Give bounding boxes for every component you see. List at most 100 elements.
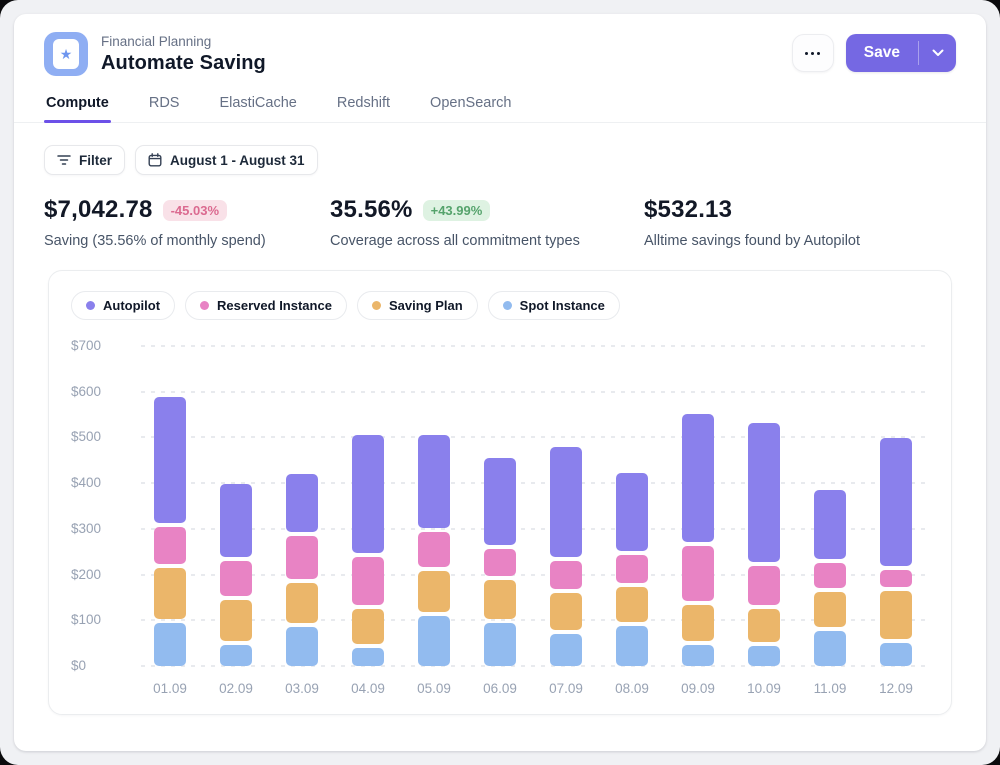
bar-segment-autopilot[interactable]	[220, 484, 252, 557]
bar-stack	[154, 397, 186, 666]
legend-chip-saving-plan[interactable]: Saving Plan	[357, 291, 478, 320]
bar-segment-spot-instance[interactable]	[484, 623, 516, 666]
bar-segment-autopilot[interactable]	[352, 435, 384, 554]
bar-segment-saving-plan[interactable]	[550, 593, 582, 630]
stat-block-3: $532.13 Alltime savings found by Autopilo…	[644, 196, 860, 249]
bar-segment-autopilot[interactable]	[484, 458, 516, 545]
bar-segment-reserved-instance[interactable]	[748, 566, 780, 604]
chart-legend: Autopilot Reserved Instance Saving Plan Spo…	[71, 291, 929, 320]
bar-column-02.09	[203, 346, 269, 666]
bar-stack	[880, 438, 912, 666]
bar-segment-spot-instance[interactable]	[286, 627, 318, 666]
bar-column-06.09	[467, 346, 533, 666]
chevron-down-icon	[932, 49, 944, 57]
bar-segment-spot-instance[interactable]	[616, 626, 648, 666]
breadcrumb-category: Financial Planning	[101, 34, 266, 49]
bar-segment-spot-instance[interactable]	[220, 645, 252, 666]
bar-segment-reserved-instance[interactable]	[682, 546, 714, 601]
x-tick-label: 01.09	[137, 681, 203, 696]
legend-chip-autopilot[interactable]: Autopilot	[71, 291, 175, 320]
app-icon: ★	[44, 32, 88, 76]
bar-segment-reserved-instance[interactable]	[220, 561, 252, 597]
bar-segment-autopilot[interactable]	[814, 490, 846, 559]
bar-segment-autopilot[interactable]	[748, 423, 780, 562]
calendar-icon	[148, 153, 162, 167]
bar-segment-reserved-instance[interactable]	[286, 536, 318, 579]
bar-segment-saving-plan[interactable]	[814, 592, 846, 627]
bar-segment-spot-instance[interactable]	[352, 648, 384, 666]
legend-label: Saving Plan	[389, 298, 463, 313]
legend-dot	[372, 301, 381, 310]
bar-segment-saving-plan[interactable]	[748, 609, 780, 643]
bar-segment-autopilot[interactable]	[154, 397, 186, 523]
bar-segment-saving-plan[interactable]	[352, 609, 384, 643]
bar-stack	[814, 490, 846, 666]
bar-segment-autopilot[interactable]	[418, 435, 450, 529]
bar-segment-spot-instance[interactable]	[682, 645, 714, 666]
bar-segment-reserved-instance[interactable]	[616, 555, 648, 582]
y-tick-label: $500	[71, 429, 121, 444]
bar-segment-spot-instance[interactable]	[550, 634, 582, 666]
bar-segment-reserved-instance[interactable]	[550, 561, 582, 588]
legend-dot	[503, 301, 512, 310]
bar-segment-spot-instance[interactable]	[748, 646, 780, 666]
more-options-button[interactable]	[792, 34, 834, 72]
y-tick-label: $100	[71, 612, 121, 627]
bar-column-12.09	[863, 346, 929, 666]
legend-chip-spot-instance[interactable]: Spot Instance	[488, 291, 620, 320]
stat-label: Alltime savings found by Autopilot	[644, 233, 860, 249]
bar-segment-reserved-instance[interactable]	[154, 527, 186, 564]
bar-segment-reserved-instance[interactable]	[484, 549, 516, 576]
tab-opensearch[interactable]: OpenSearch	[428, 89, 513, 122]
stat-badge: -45.03%	[163, 200, 227, 221]
bar-column-11.09	[797, 346, 863, 666]
bar-segment-saving-plan[interactable]	[682, 605, 714, 641]
bar-segment-saving-plan[interactable]	[880, 591, 912, 639]
bar-segment-saving-plan[interactable]	[616, 587, 648, 623]
legend-chip-reserved-instance[interactable]: Reserved Instance	[185, 291, 347, 320]
tab-rds[interactable]: RDS	[147, 89, 182, 122]
date-range-button[interactable]: August 1 - August 31	[135, 145, 318, 175]
tab-elasticache[interactable]: ElastiCache	[217, 89, 298, 122]
bar-segment-spot-instance[interactable]	[814, 631, 846, 666]
bar-segment-autopilot[interactable]	[880, 438, 912, 566]
bar-stack	[616, 473, 648, 666]
bar-segment-reserved-instance[interactable]	[880, 570, 912, 587]
bar-segment-autopilot[interactable]	[682, 414, 714, 542]
bar-segment-saving-plan[interactable]	[418, 571, 450, 612]
bar-column-04.09	[335, 346, 401, 666]
bar-column-05.09	[401, 346, 467, 666]
bar-segment-saving-plan[interactable]	[220, 600, 252, 641]
tab-redshift[interactable]: Redshift	[335, 89, 392, 122]
bar-segment-autopilot[interactable]	[286, 474, 318, 531]
bar-segment-reserved-instance[interactable]	[418, 532, 450, 566]
bar-segment-saving-plan[interactable]	[154, 568, 186, 618]
bar-stack	[418, 435, 450, 666]
bar-segment-autopilot[interactable]	[550, 447, 582, 557]
bar-column-10.09	[731, 346, 797, 666]
x-tick-label: 07.09	[533, 681, 599, 696]
app-window: ★ Financial Planning Automate Saving Sav…	[0, 0, 1000, 765]
bar-segment-autopilot[interactable]	[616, 473, 648, 551]
bar-segment-spot-instance[interactable]	[154, 623, 186, 666]
stat-value: $532.13	[644, 196, 732, 224]
tab-bar: Compute RDS ElastiCache Redshift OpenSearch	[14, 89, 986, 123]
bar-segment-spot-instance[interactable]	[880, 643, 912, 666]
bar-segment-reserved-instance[interactable]	[352, 557, 384, 605]
x-tick-label: 02.09	[203, 681, 269, 696]
x-tick-label: 03.09	[269, 681, 335, 696]
bar-segment-spot-instance[interactable]	[418, 616, 450, 666]
filter-icon	[57, 154, 71, 166]
x-tick-label: 08.09	[599, 681, 665, 696]
bar-segment-saving-plan[interactable]	[286, 583, 318, 623]
stat-badge: +43.99%	[423, 200, 491, 221]
stat-label: Saving (35.56% of monthly spend)	[44, 233, 330, 249]
save-dropdown-button[interactable]	[919, 34, 956, 72]
save-button[interactable]: Save	[846, 34, 918, 72]
legend-label: Spot Instance	[520, 298, 605, 313]
tab-compute[interactable]: Compute	[44, 89, 111, 122]
bar-segment-saving-plan[interactable]	[484, 580, 516, 619]
x-tick-label: 06.09	[467, 681, 533, 696]
filter-button[interactable]: Filter	[44, 145, 125, 175]
bar-segment-reserved-instance[interactable]	[814, 563, 846, 588]
